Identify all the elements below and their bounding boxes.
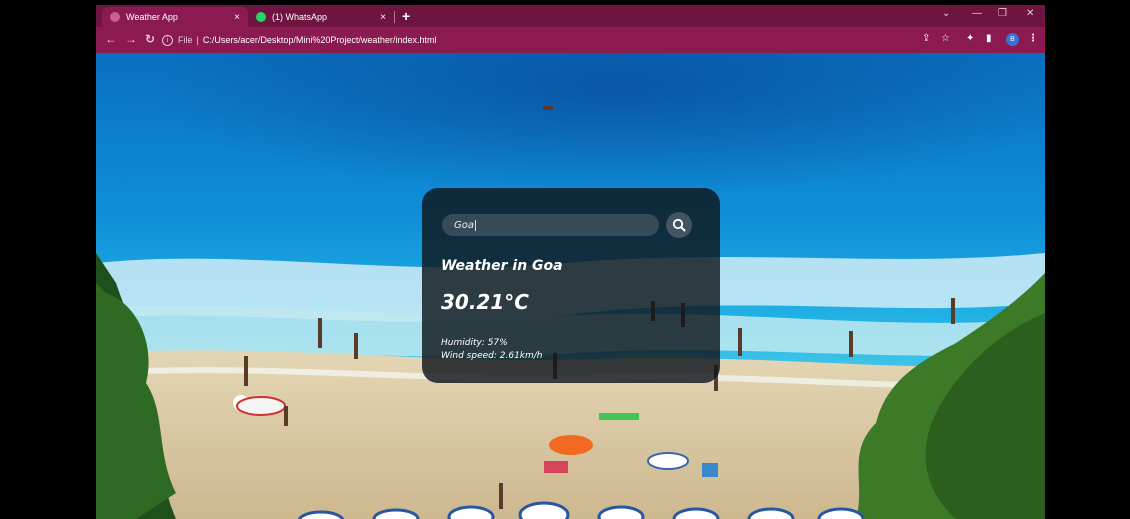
tab-search-icon[interactable]: ⌄ xyxy=(942,8,950,19)
new-tab-icon[interactable]: + xyxy=(402,8,410,24)
close-window-icon[interactable]: ✕ xyxy=(1026,8,1034,19)
search-input-value: Goa xyxy=(454,219,474,231)
url-text: C:/Users/acer/Desktop/Mini%20Project/wea… xyxy=(202,35,437,45)
text-cursor xyxy=(475,219,476,231)
tab-title: (1) WhatsApp xyxy=(272,12,328,22)
page-viewport: Goa Weather in Goa 30.21°C Humidity: 57%… xyxy=(96,53,1045,519)
share-icon[interactable]: ⇪ xyxy=(922,33,930,44)
bookmark-star-icon[interactable]: ☆ xyxy=(941,33,950,44)
temperature-value: 30.21°C xyxy=(441,290,529,314)
browser-toolbar: ← → ↻ i File | C:/Users/acer/Desktop/Min… xyxy=(96,27,1045,53)
profile-avatar[interactable]: B xyxy=(1006,33,1019,46)
tab-strip: Weather App × (1) WhatsApp × + ⌄ — ❐ ✕ xyxy=(96,5,1045,27)
minimize-icon[interactable]: — xyxy=(972,8,982,19)
search-input[interactable]: Goa xyxy=(442,214,659,236)
humidity-text: Humidity: 57% xyxy=(441,338,508,348)
tab-title: Weather App xyxy=(126,12,178,22)
whatsapp-favicon-icon xyxy=(256,12,266,22)
browser-window: Weather App × (1) WhatsApp × + ⌄ — ❐ ✕ ←… xyxy=(96,5,1045,519)
address-bar[interactable]: i File | C:/Users/acer/Desktop/Mini%20Pr… xyxy=(162,31,922,49)
tab-divider xyxy=(394,11,395,23)
site-info-icon[interactable]: i xyxy=(162,34,173,46)
close-tab-icon[interactable]: × xyxy=(234,12,240,23)
address-separator: | xyxy=(196,35,199,45)
back-icon[interactable]: ← xyxy=(105,32,117,46)
forward-icon[interactable]: → xyxy=(125,32,137,46)
tab-weather-app[interactable]: Weather App × xyxy=(102,7,248,27)
city-heading: Weather in Goa xyxy=(441,258,563,274)
maximize-icon[interactable]: ❐ xyxy=(998,8,1007,19)
reload-icon[interactable]: ↻ xyxy=(145,32,155,46)
side-panel-icon[interactable]: ▮ xyxy=(986,33,992,44)
close-tab-icon[interactable]: × xyxy=(380,12,386,23)
wind-speed-text: Wind speed: 2.61km/h xyxy=(441,351,543,361)
file-scheme-label: File xyxy=(178,35,193,45)
search-button[interactable] xyxy=(666,212,692,238)
search-icon xyxy=(672,218,686,232)
tab-whatsapp[interactable]: (1) WhatsApp × xyxy=(248,7,394,27)
menu-icon[interactable]: ⋮ xyxy=(1028,33,1038,44)
extensions-icon[interactable]: ✦ xyxy=(966,33,974,44)
weather-favicon-icon xyxy=(110,12,120,22)
weather-card: Goa Weather in Goa 30.21°C Humidity: 57%… xyxy=(422,188,720,383)
